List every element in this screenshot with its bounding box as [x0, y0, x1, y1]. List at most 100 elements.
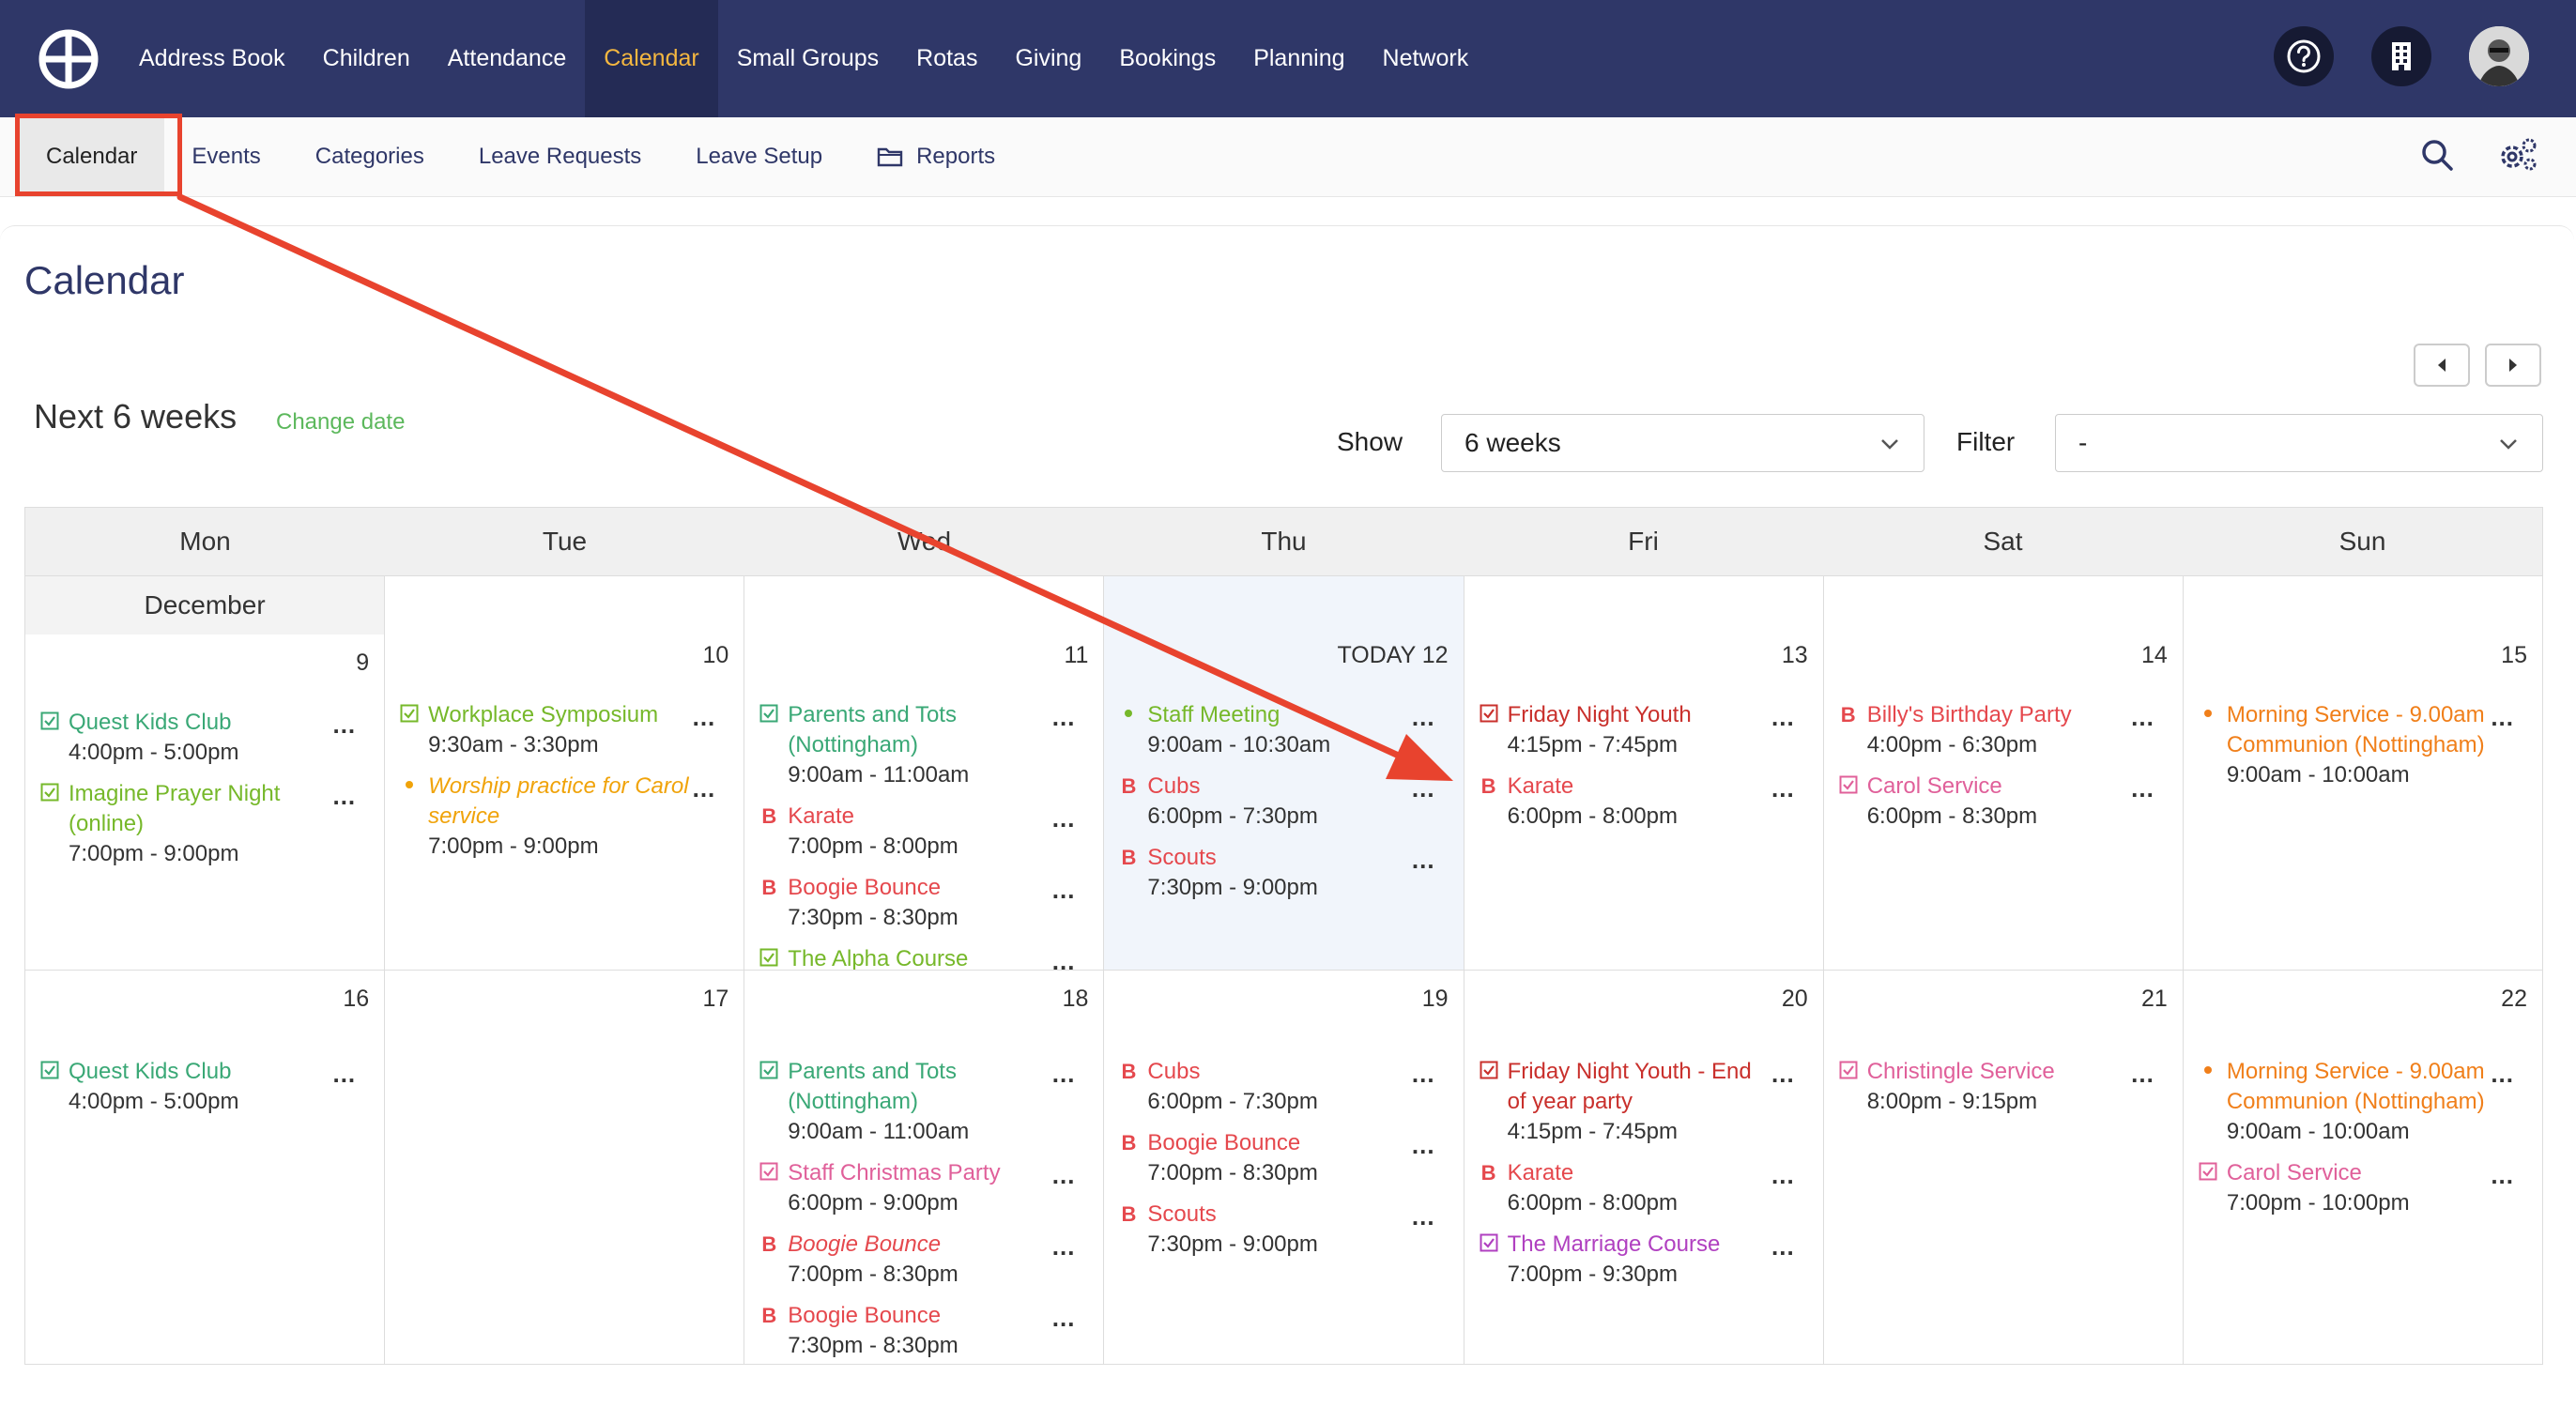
event-more-menu-icon[interactable]: ... — [1052, 803, 1076, 833]
event-more-menu-icon[interactable]: ... — [332, 710, 356, 740]
nav-item-calendar[interactable]: Calendar — [585, 0, 718, 117]
calendar-event[interactable]: Parents and Tots (Nottingham) 9:00am - 11… — [758, 1057, 1094, 1147]
event-more-menu-icon[interactable]: ... — [1412, 773, 1435, 803]
subnav-item-reports[interactable]: Reports — [850, 117, 1022, 196]
event-more-menu-icon[interactable]: ... — [332, 781, 356, 811]
help-button[interactable] — [2274, 26, 2334, 86]
calendar-event[interactable]: Staff Meeting 9:00am - 10:30am... — [1117, 700, 1453, 760]
filter-select[interactable]: - — [2055, 414, 2543, 472]
event-more-menu-icon[interactable]: ... — [1052, 875, 1076, 905]
nav-item-network[interactable]: Network — [1364, 0, 1488, 117]
event-more-menu-icon[interactable]: ... — [332, 1059, 356, 1089]
calendar-event[interactable]: The Marriage Course 7:00pm - 9:30pm... — [1478, 1230, 1814, 1290]
subnav-item-leave-setup[interactable]: Leave Setup — [668, 117, 850, 196]
day-cell[interactable]: 21 Christingle Service 8:00pm - 9:15pm... — [1823, 971, 2184, 1365]
search-icon[interactable] — [2418, 136, 2456, 178]
event-more-menu-icon[interactable]: ... — [2491, 1059, 2514, 1089]
event-more-menu-icon[interactable]: ... — [1771, 1160, 1795, 1190]
day-cell[interactable]: 16 Quest Kids Club 4:00pm - 5:00pm... — [25, 971, 386, 1365]
calendar-event[interactable]: Friday Night Youth 4:15pm - 7:45pm... — [1478, 700, 1814, 760]
calendar-event[interactable]: Morning Service - 9.00am Communion (Nott… — [2197, 700, 2533, 790]
day-cell[interactable]: December 9 Quest Kids Club 4:00pm - 5:00pm.… — [25, 576, 386, 971]
event-more-menu-icon[interactable]: ... — [2131, 1059, 2154, 1089]
day-cell[interactable]: 13 Friday Night Youth 4:15pm - 7:45pm... B K… — [1464, 576, 1824, 971]
user-avatar[interactable] — [2469, 26, 2529, 86]
nav-item-planning[interactable]: Planning — [1234, 0, 1363, 117]
calendar-event[interactable]: Quest Kids Club 4:00pm - 5:00pm... — [38, 1057, 375, 1117]
calendar-event[interactable]: B Boogie Bounce 7:30pm - 8:30pm... — [758, 1301, 1094, 1361]
event-more-menu-icon[interactable]: ... — [1412, 702, 1435, 732]
calendar-event[interactable]: B Karate 7:00pm - 8:00pm... — [758, 802, 1094, 862]
calendar-event[interactable]: B Scouts 7:30pm - 9:00pm... — [1117, 1200, 1453, 1260]
event-more-menu-icon[interactable]: ... — [2131, 702, 2154, 732]
calendar-event[interactable]: B Boogie Bounce 7:30pm - 8:30pm... — [758, 873, 1094, 933]
calendar-event[interactable]: B Billy's Birthday Party 4:00pm - 6:30pm..… — [1837, 700, 2173, 760]
day-cell[interactable]: 15 Morning Service - 9.00am Communion (No… — [2183, 576, 2543, 971]
event-more-menu-icon[interactable]: ... — [1412, 1201, 1435, 1231]
calendar-event[interactable]: Staff Christmas Party 6:00pm - 9:00pm... — [758, 1158, 1094, 1218]
event-more-menu-icon[interactable]: ... — [693, 702, 716, 732]
previous-period-button[interactable] — [2414, 344, 2470, 387]
calendar-event[interactable]: Worship practice for Carol service 7:00pm… — [398, 772, 734, 862]
event-more-menu-icon[interactable]: ... — [1052, 702, 1076, 732]
settings-gears-icon[interactable] — [2497, 136, 2538, 178]
day-cell[interactable]: TODAY 12 Staff Meeting 9:00am - 10:30am...… — [1104, 576, 1464, 971]
calendar-event[interactable]: B Karate 6:00pm - 8:00pm... — [1478, 1158, 1814, 1218]
app-logo-icon[interactable] — [38, 28, 100, 90]
day-cell[interactable]: 11 Parents and Tots (Nottingham) 9:00am - … — [744, 576, 1105, 971]
day-cell[interactable]: 18 Parents and Tots (Nottingham) 9:00am - … — [744, 971, 1105, 1365]
event-more-menu-icon[interactable]: ... — [2131, 773, 2154, 803]
day-cell[interactable]: 17 — [385, 971, 745, 1365]
nav-item-bookings[interactable]: Bookings — [1100, 0, 1234, 117]
next-period-button[interactable] — [2485, 344, 2541, 387]
calendar-event[interactable]: Friday Night Youth - End of year party 4:… — [1478, 1057, 1814, 1147]
event-more-menu-icon[interactable]: ... — [1771, 1059, 1795, 1089]
calendar-event[interactable]: Carol Service 6:00pm - 8:30pm... — [1837, 772, 2173, 832]
event-more-menu-icon[interactable]: ... — [1412, 1059, 1435, 1089]
event-more-menu-icon[interactable]: ... — [2491, 1160, 2514, 1190]
calendar-event[interactable]: Imagine Prayer Night (online) 7:00pm - 9:… — [38, 779, 375, 869]
event-more-menu-icon[interactable]: ... — [1052, 1160, 1076, 1190]
calendar-event[interactable]: The Alpha Course7:30pm - 9:30pm... — [758, 944, 1094, 970]
organisation-button[interactable] — [2371, 26, 2431, 86]
event-more-menu-icon[interactable]: ... — [1052, 946, 1076, 970]
calendar-event[interactable]: Carol Service 7:00pm - 10:00pm... — [2197, 1158, 2533, 1218]
calendar-event[interactable]: B Scouts 7:30pm - 9:00pm... — [1117, 843, 1453, 903]
calendar-event[interactable]: B Karate 6:00pm - 8:00pm... — [1478, 772, 1814, 832]
event-more-menu-icon[interactable]: ... — [1771, 773, 1795, 803]
nav-item-rotas[interactable]: Rotas — [897, 0, 996, 117]
day-cell[interactable]: 20 Friday Night Youth - End of year party… — [1464, 971, 1824, 1365]
calendar-event[interactable]: B Cubs 6:00pm - 7:30pm... — [1117, 1057, 1453, 1117]
calendar-event[interactable]: Workplace Symposium 9:30am - 3:30pm... — [398, 700, 734, 760]
calendar-event[interactable]: B Cubs 6:00pm - 7:30pm... — [1117, 772, 1453, 832]
event-more-menu-icon[interactable]: ... — [1412, 1130, 1435, 1160]
day-cell[interactable]: 19 B Cubs 6:00pm - 7:30pm... B Boogie Bounce 7… — [1104, 971, 1464, 1365]
nav-item-small-groups[interactable]: Small Groups — [718, 0, 897, 117]
event-more-menu-icon[interactable]: ... — [1052, 1059, 1076, 1089]
calendar-event[interactable]: B Boogie Bounce 7:00pm - 8:30pm... — [758, 1230, 1094, 1290]
calendar-event[interactable]: Quest Kids Club 4:00pm - 5:00pm... — [38, 708, 375, 768]
event-more-menu-icon[interactable]: ... — [1771, 1231, 1795, 1261]
calendar-event[interactable]: Morning Service - 9.00am Communion (Nott… — [2197, 1057, 2533, 1147]
nav-item-address-book[interactable]: Address Book — [120, 0, 304, 117]
subnav-item-categories[interactable]: Categories — [288, 117, 452, 196]
nav-item-children[interactable]: Children — [304, 0, 429, 117]
show-period-select[interactable]: 6 weeks — [1441, 414, 1924, 472]
event-more-menu-icon[interactable]: ... — [693, 773, 716, 803]
calendar-event[interactable]: Parents and Tots (Nottingham) 9:00am - 11… — [758, 700, 1094, 790]
subnav-item-calendar[interactable]: Calendar — [19, 117, 165, 196]
calendar-event[interactable]: B Boogie Bounce 7:00pm - 8:30pm... — [1117, 1128, 1453, 1188]
event-more-menu-icon[interactable]: ... — [1412, 845, 1435, 875]
day-cell[interactable]: 10 Workplace Symposium 9:30am - 3:30pm... W… — [385, 576, 745, 971]
day-cell[interactable]: 22 Morning Service - 9.00am Communion (No… — [2183, 971, 2543, 1365]
event-more-menu-icon[interactable]: ... — [1771, 702, 1795, 732]
event-more-menu-icon[interactable]: ... — [1052, 1303, 1076, 1333]
nav-item-attendance[interactable]: Attendance — [429, 0, 586, 117]
event-more-menu-icon[interactable]: ... — [1052, 1231, 1076, 1261]
day-cell[interactable]: 14 B Billy's Birthday Party 4:00pm - 6:30pm… — [1823, 576, 2184, 971]
nav-item-giving[interactable]: Giving — [996, 0, 1100, 117]
event-more-menu-icon[interactable]: ... — [2491, 702, 2514, 732]
change-date-link[interactable]: Change date — [276, 409, 405, 436]
calendar-event[interactable]: Christingle Service 8:00pm - 9:15pm... — [1837, 1057, 2173, 1117]
subnav-item-events[interactable]: Events — [164, 117, 287, 196]
